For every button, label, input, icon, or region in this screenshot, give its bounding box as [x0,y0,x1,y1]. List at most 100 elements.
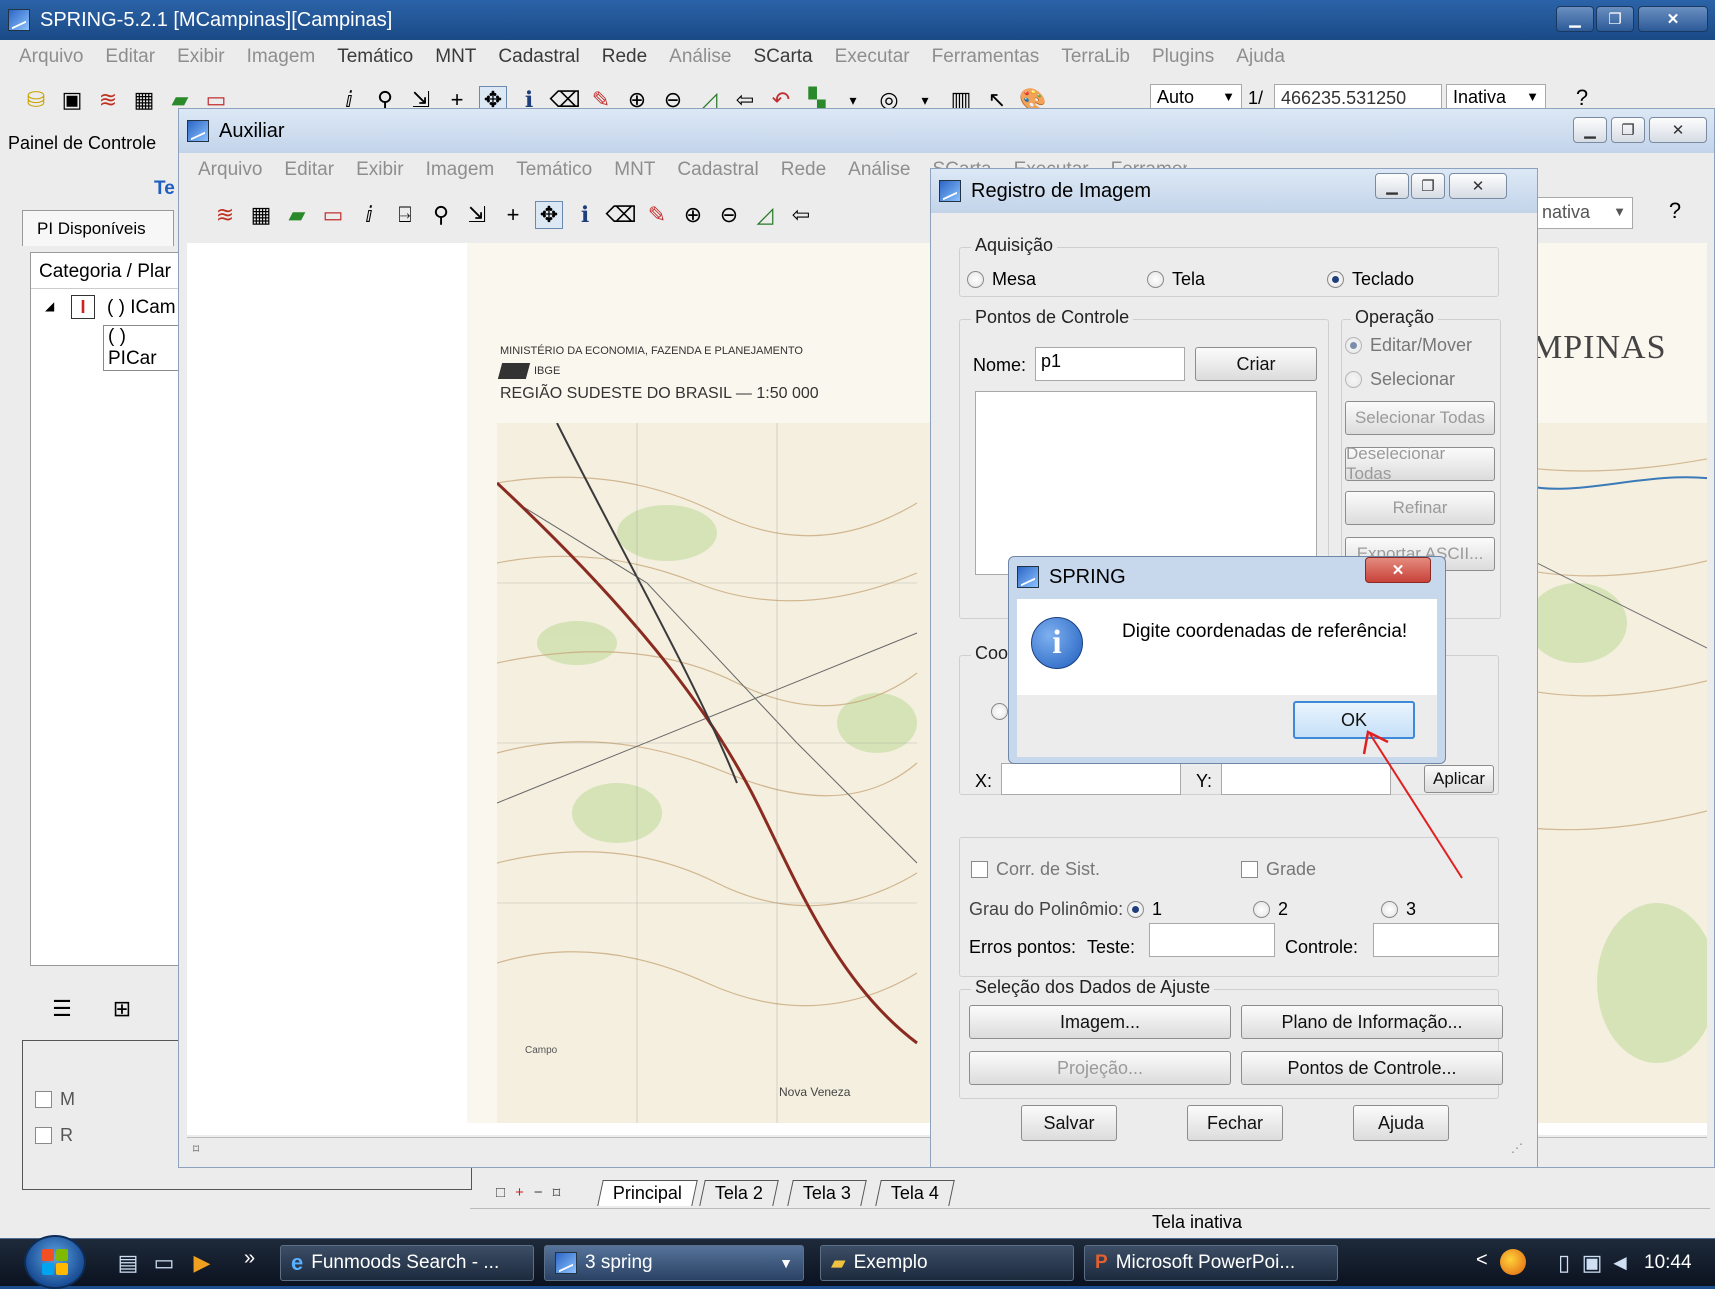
nome-input[interactable]: p1 [1035,347,1185,381]
question-icon[interactable]: ? [1661,197,1689,225]
aux-minimize-button[interactable]: ▁ [1573,117,1607,143]
switch-windows-icon[interactable]: ▭ [150,1249,178,1277]
rectangle-icon[interactable]: ▭ [319,201,347,229]
coord-radio[interactable] [991,703,1008,720]
plano-informacao-button[interactable]: Plano de Informação... [1241,1005,1503,1039]
grau-1[interactable]: 1 [1127,899,1162,920]
grade-box[interactable] [1241,861,1258,878]
tab-principal[interactable]: Principal [597,1180,698,1206]
selecionar-todas-button[interactable]: Selecionar Todas [1345,401,1495,435]
clock[interactable]: 10:44 [1644,1252,1692,1274]
menu-editar[interactable]: Editar [273,159,345,185]
tray-volume-icon[interactable]: ◄ [1606,1249,1634,1277]
registro-minimize-button[interactable]: ▁ [1375,173,1409,199]
ajuda-button[interactable]: Ajuda [1353,1105,1449,1141]
menu-tematico[interactable]: Temático [505,159,603,185]
main-maximize-button[interactable]: ❐ [1596,6,1634,32]
registro-maximize-button[interactable]: ❐ [1411,173,1445,199]
tab-tela-4[interactable]: Tela 4 [875,1180,955,1206]
corr-sist-box[interactable] [971,861,988,878]
menu-imagem[interactable]: Imagem [415,159,506,185]
radio-teclado-dot[interactable] [1327,271,1344,288]
menu-imagem[interactable]: Imagem [236,46,327,72]
tree-item-1[interactable]: ( ) PICar [103,325,179,371]
alert-close-button[interactable]: ✕ [1365,557,1431,583]
tray-device-icon[interactable]: ▯ [1550,1249,1578,1277]
task-powerpoint[interactable]: P Microsoft PowerPoi... [1084,1245,1338,1281]
radio-mesa-dot[interactable] [967,271,984,288]
tab-add-icon[interactable]: + [515,1184,524,1202]
menu-exibir[interactable]: Exibir [166,46,236,72]
menu-cadastral[interactable]: Cadastral [666,159,769,185]
menu-plugins[interactable]: Plugins [1141,46,1225,72]
radio-editar-dot[interactable] [1345,337,1362,354]
controle-input[interactable] [1373,923,1499,957]
auxiliar-titlebar[interactable]: Auxiliar [179,109,1714,153]
menu-ajuda[interactable]: Ajuda [1225,46,1296,72]
grade-check[interactable]: Grade [1241,859,1316,880]
tab-pin-icon[interactable]: ⌑ [553,1184,561,1202]
registro-close-button[interactable]: ✕ [1449,173,1507,199]
plus-icon[interactable]: + [499,201,527,229]
tree-header[interactable]: Categoria / Plar [31,253,179,289]
radio-mesa[interactable]: Mesa [967,269,1036,290]
pencil-icon[interactable]: ✎ [643,201,671,229]
menu-arquivo[interactable]: Arquivo [8,46,94,72]
tab-tela-3[interactable]: Tela 3 [787,1180,867,1206]
grau-3[interactable]: 3 [1381,899,1416,920]
menu-editar[interactable]: Editar [94,46,166,72]
image-layer-icon[interactable]: ▣ [58,86,86,114]
check-m[interactable]: M [35,1089,75,1110]
refinar-button[interactable]: Refinar [1345,491,1495,525]
grau-2[interactable]: 2 [1253,899,1288,920]
quicklaunch-overflow[interactable]: » [244,1247,255,1270]
task-exemplo[interactable]: ▰ Exemplo [820,1245,1074,1281]
tab-square-icon[interactable]: □ [496,1184,505,1202]
deselecionar-todas-button[interactable]: Deselecionar Todas [1345,444,1495,483]
tree-expander-icon[interactable]: ◢ [45,299,54,313]
criar-button[interactable]: Criar [1195,347,1317,381]
lasso-icon[interactable]: ◿ [751,201,779,229]
imagem-button[interactable]: Imagem... [969,1005,1231,1039]
start-button[interactable] [24,1235,86,1289]
aux-maximize-button[interactable]: ❐ [1611,117,1645,143]
grau-2-dot[interactable] [1253,901,1270,918]
menu-analise[interactable]: Análise [658,46,742,72]
media-player-icon[interactable]: ▶ [188,1249,216,1277]
registro-titlebar[interactable]: Registro de Imagem [931,169,1537,213]
task-spring[interactable]: 3 spring ▼ [544,1245,804,1281]
x-input[interactable] [1001,763,1181,795]
grau-3-dot[interactable] [1381,901,1398,918]
show-desktop-icon[interactable]: ▤ [114,1249,142,1277]
menu-executar[interactable]: Executar [824,46,921,72]
menu-tematico[interactable]: Temático [326,46,424,72]
radio-selecionar[interactable]: Selecionar [1345,369,1455,390]
menu-cadastral[interactable]: Cadastral [487,46,590,72]
tray-firefox-icon[interactable] [1500,1249,1526,1275]
radio-tela-dot[interactable] [1147,271,1164,288]
resize-grip-icon[interactable]: ⋰ [1511,1141,1523,1155]
back-arrow-icon[interactable]: ⇦ [787,201,815,229]
layers-icon[interactable]: ≋ [211,201,239,229]
menu-exibir[interactable]: Exibir [345,159,415,185]
pan-icon[interactable]: ✥ [535,201,563,229]
tree-item-0[interactable]: ( ) ICam [107,297,176,319]
radio-tela[interactable]: Tela [1147,269,1205,290]
checkbox-m[interactable] [35,1091,52,1108]
grid-icon[interactable]: ▦ [247,201,275,229]
pontos-controle-button[interactable]: Pontos de Controle... [1241,1051,1503,1085]
tray-network-icon[interactable]: ▣ [1578,1249,1606,1277]
pontos-list[interactable] [975,391,1317,575]
check-r[interactable]: R [35,1125,73,1146]
pointer-icon[interactable]: ⇲ [463,201,491,229]
sheet-icon[interactable]: ⍈ [391,201,419,229]
corr-sist-check[interactable]: Corr. de Sist. [971,859,1100,880]
menu-ferramentas[interactable]: Ferramentas [921,46,1051,72]
eraser-icon[interactable]: ⌫ [605,201,636,229]
menu-terralib[interactable]: TerraLib [1050,46,1141,72]
main-minimize-button[interactable]: ▁ [1556,6,1594,32]
grid-icon[interactable]: ▦ [130,86,158,114]
teste-input[interactable] [1149,923,1275,957]
layers-icon[interactable]: ≋ [94,86,122,114]
main-close-button[interactable]: ✕ [1638,6,1708,32]
